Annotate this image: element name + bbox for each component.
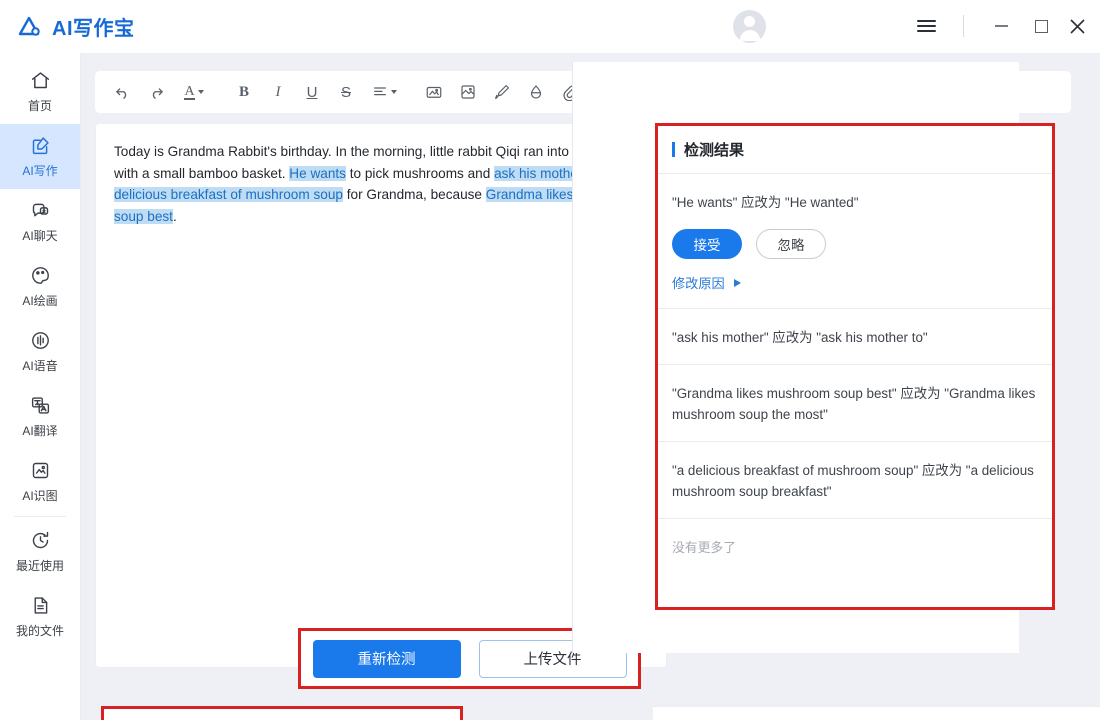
strikethrough-letter: S	[340, 83, 351, 101]
result-item[interactable]: "He wants" 应改为 "He wanted" 接受 忽略 修改原因	[658, 174, 1052, 309]
sidebar-divider	[14, 516, 66, 517]
editor-plain-span: for Grandma, because	[342, 187, 486, 202]
sidebar-item-ai-image-recognition[interactable]: AI识图	[0, 449, 80, 514]
align-left-icon[interactable]	[365, 77, 403, 107]
no-more-results-label: 没有更多了	[672, 540, 736, 555]
image-frame-icon[interactable]	[453, 77, 483, 107]
bold-letter: B	[238, 83, 249, 100]
editor-plain-span: to pick mushrooms and	[345, 165, 495, 181]
close-glyph	[1069, 18, 1085, 34]
sidebar-item-label: AI写作	[22, 164, 58, 178]
font-color-icon[interactable]: A	[175, 77, 213, 107]
underline-letter: U	[306, 83, 318, 101]
delta-logo-icon	[14, 12, 44, 42]
chevron-right-icon	[733, 278, 741, 287]
waveform-circle-icon	[30, 329, 51, 351]
sidebar-item-ai-translate[interactable]: AI翻译	[0, 384, 80, 449]
modification-reason-link[interactable]: 修改原因	[672, 273, 1038, 292]
home-icon	[30, 69, 51, 91]
edit-square-icon	[30, 134, 51, 156]
result-item[interactable]: "ask his mother" 应改为 "ask his mother to"	[658, 309, 1052, 365]
editor-highlight-span: He wants	[289, 165, 346, 181]
sidebar-item-label: 首页	[27, 99, 52, 113]
sidebar-item-label: 我的文件	[15, 624, 64, 638]
italic-icon[interactable]: I	[263, 77, 293, 107]
italic-letter: I	[275, 83, 281, 100]
result-text: "ask his mother" 应改为 "ask his mother to"	[672, 330, 928, 345]
sidebar-item-label: AI语音	[22, 359, 58, 373]
modification-reason-label: 修改原因	[672, 276, 725, 291]
user-avatar-icon[interactable]	[733, 10, 766, 43]
file-document-icon	[30, 594, 51, 616]
sidebar-item-ai-writing[interactable]: AI写作	[0, 124, 80, 189]
strikethrough-icon[interactable]: S	[331, 77, 361, 107]
sidebar-item-recent[interactable]: 最近使用	[0, 519, 80, 584]
panel-accent-bar	[672, 142, 675, 157]
sidebar-item-home[interactable]: 首页	[0, 59, 80, 124]
result-item[interactable]: "Grandma likes mushroom soup best" 应改为 "…	[658, 365, 1052, 442]
result-item[interactable]: "a delicious breakfast of mushroom soup"…	[658, 442, 1052, 519]
palette-icon	[30, 264, 51, 286]
sidebar-item-my-files[interactable]: 我的文件	[0, 584, 80, 649]
sidebar-item-ai-chat[interactable]: AI聊天	[0, 189, 80, 254]
eraser-drop-icon[interactable]	[521, 77, 551, 107]
bottom-utility-bar: 清空文本 复制全文 下	[101, 706, 463, 720]
sidebar-item-label: 最近使用	[15, 559, 64, 573]
history-clock-icon	[30, 529, 51, 551]
ignore-button[interactable]: 忽略	[756, 229, 826, 259]
brush-icon[interactable]	[487, 77, 517, 107]
editor-plain-span: .	[172, 208, 177, 224]
sidebar-item-label: AI绘画	[22, 294, 58, 308]
maximize-icon[interactable]	[1027, 12, 1055, 40]
avatar-head	[744, 16, 755, 27]
avatar-body	[739, 30, 760, 41]
sidebar-item-label: AI翻译	[22, 424, 58, 438]
titlebar-divider	[963, 15, 964, 37]
minimize-glyph	[994, 25, 1008, 27]
result-text: "He wants" 应改为 "He wanted"	[672, 195, 859, 210]
sidebar-item-ai-voice[interactable]: AI语音	[0, 319, 80, 384]
panel-title: 检测结果	[684, 142, 745, 159]
underline-icon[interactable]: U	[297, 77, 327, 107]
chat-bubble-icon	[30, 199, 51, 221]
close-icon[interactable]	[1063, 12, 1091, 40]
undo-icon[interactable]	[107, 77, 137, 107]
wordcount-bar: 字数: 267/10000	[653, 706, 1100, 720]
app-logo[interactable]: AI写作宝	[14, 12, 135, 42]
sidebar-nav: 首页 AI写作 AI聊天 AI绘画 AI语音 AI翻译 AI识图 最近使用 我的…	[0, 53, 81, 720]
editor-highlight-span: ask his mother	[494, 165, 583, 181]
hamburger-lines	[916, 17, 936, 35]
panel-header: 检测结果	[658, 126, 1052, 174]
sidebar-item-ai-drawing[interactable]: AI绘画	[0, 254, 80, 319]
app-title: AI写作宝	[52, 18, 135, 40]
bold-icon[interactable]: B	[229, 77, 259, 107]
maximize-glyph	[1034, 19, 1048, 33]
result-text: "a delicious breakfast of mushroom soup"…	[672, 463, 1034, 499]
application-window: AI写作宝 首页 AI写作 AI聊天 AI绘画 AI语音 AI翻译 AI识图 最…	[0, 0, 1100, 720]
sidebar-item-label: AI聊天	[22, 229, 58, 243]
insert-image-icon[interactable]	[419, 77, 449, 107]
font-color-letter: A	[184, 83, 195, 100]
accept-button[interactable]: 接受	[672, 229, 742, 259]
result-text: "Grandma likes mushroom soup best" 应改为 "…	[672, 386, 1036, 422]
detection-result-panel: 检测结果 "He wants" 应改为 "He wanted" 接受 忽略 修改…	[658, 126, 1052, 607]
translate-icon	[30, 394, 51, 416]
result-actions: 接受 忽略	[672, 229, 1038, 259]
image-scan-icon	[30, 459, 51, 481]
title-bar: AI写作宝	[0, 0, 1100, 53]
sidebar-item-label: AI识图	[22, 489, 58, 503]
minimize-icon[interactable]	[987, 12, 1015, 40]
redo-icon[interactable]	[141, 77, 171, 107]
hamburger-menu-icon[interactable]	[912, 12, 940, 40]
recheck-button[interactable]: 重新检测	[312, 639, 461, 678]
chevron-down-icon	[197, 90, 204, 94]
chevron-down-icon	[390, 90, 397, 94]
